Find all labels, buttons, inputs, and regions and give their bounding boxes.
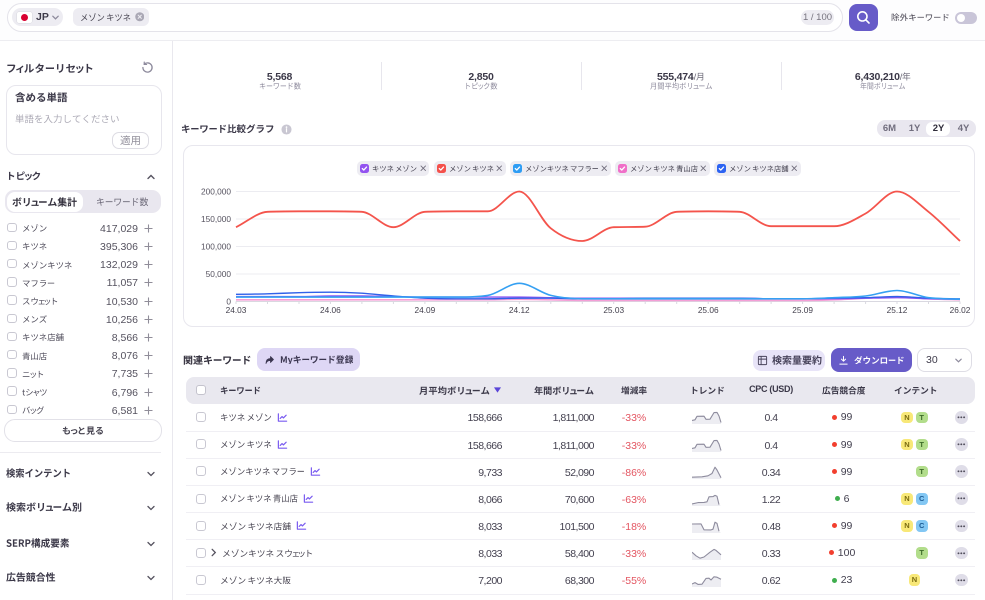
svg-text:100,000: 100,000 (201, 241, 231, 251)
svg-text:150,000: 150,000 (201, 214, 231, 224)
svg-text:25.03: 25.03 (603, 305, 624, 315)
svg-text:24.12: 24.12 (509, 305, 530, 315)
svg-text:24.06: 24.06 (320, 305, 341, 315)
svg-text:24.03: 24.03 (226, 305, 247, 315)
svg-text:25.09: 25.09 (792, 305, 813, 315)
svg-text:25.12: 25.12 (887, 305, 908, 315)
svg-text:25.06: 25.06 (698, 305, 719, 315)
svg-text:26.02: 26.02 (950, 305, 971, 315)
svg-text:50,000: 50,000 (206, 269, 232, 279)
svg-text:200,000: 200,000 (201, 186, 231, 196)
svg-text:24.09: 24.09 (415, 305, 436, 315)
